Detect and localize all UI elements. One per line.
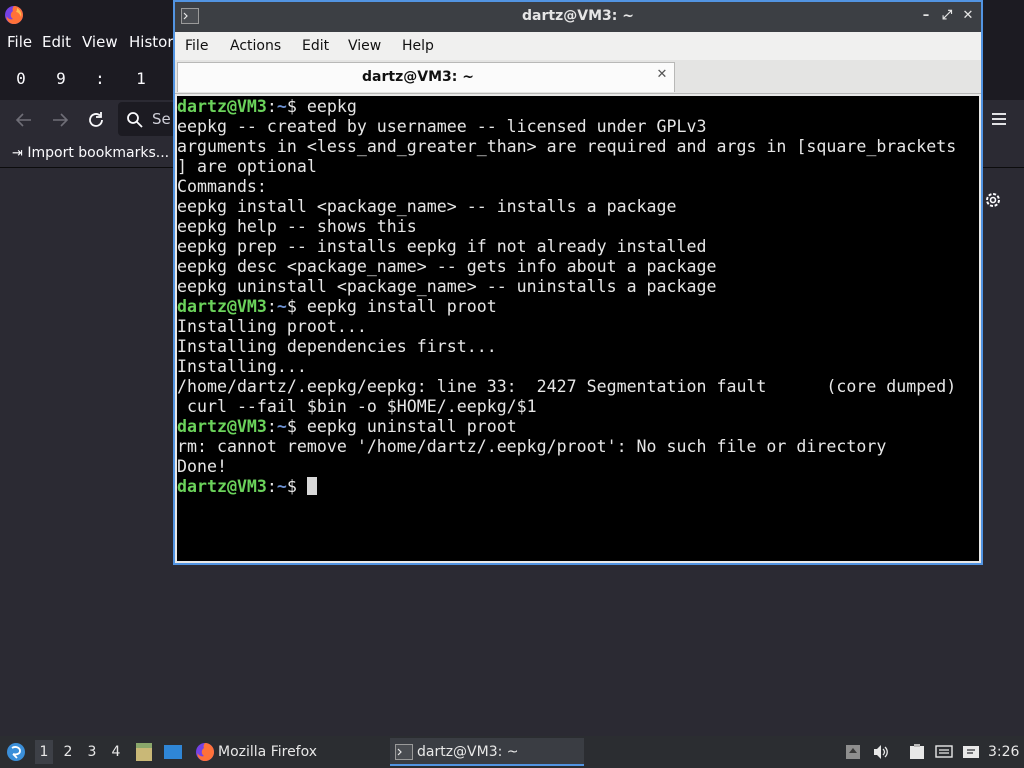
prompt-command: eepkg [296,97,357,116]
terminal-tab[interactable]: dartz@VM3: ~ ✕ [177,62,675,92]
menu-help[interactable]: Help [402,38,434,54]
text-cursor [306,477,317,495]
network-icon[interactable] [935,744,953,760]
prompt-separator: : [266,477,277,496]
terminal-output-line: curl --fail $bin -o $HOME/.eepkg/$1 [177,397,537,416]
taskbar-clock: 3:26 [988,744,1020,760]
terminal-output-line: eepkg install <package_name> -- installs… [177,197,677,216]
prompt-separator: : [266,97,277,116]
gear-icon[interactable] [983,190,1003,210]
terminal-prompt-line: dartz@VM3:~$ eepkg uninstall proot [177,417,956,437]
terminal-output[interactable]: dartz@VM3:~$ eepkg eepkg -- created by us… [177,96,979,561]
close-icon[interactable]: ✕ [961,9,975,23]
terminal-menubar: File Actions Edit View Help [175,32,981,60]
terminal-output-line: /home/dartz/.eepkg/eepkg: line 33: 2427 … [177,377,957,396]
terminal-output-line: Installing proot... [177,317,367,336]
prompt-command: eepkg install proot [296,297,497,316]
terminal-output-line: arguments in <less_and_greater_than> are… [177,137,957,156]
prompt-user: dartz@VM3 [177,477,267,496]
prompt-command: eepkg uninstall proot [296,417,517,436]
terminal-prompt-line: dartz@VM3:~$ eepkg [177,97,956,117]
menu-view[interactable]: View [82,33,118,51]
menu-file[interactable]: File [185,38,208,54]
start-menu-icon[interactable] [5,740,27,764]
terminal-tab-label: dartz@VM3: ~ [362,69,474,85]
taskbar-firefox[interactable]: Mozilla Firefox [192,738,382,766]
prompt-symbol: $ [286,477,297,496]
firefox-icon [196,743,214,761]
workspace-1[interactable]: 1 [35,740,53,764]
workspace-2[interactable]: 2 [59,744,77,760]
prompt-path: ~ [276,297,287,316]
menu-file[interactable]: File [7,33,32,51]
url-bar[interactable]: Se [118,102,178,136]
prompt-user: dartz@VM3 [177,297,267,316]
terminal-output-line: rm: cannot remove '/home/dartz/.eepkg/pr… [177,437,887,456]
terminal-output-line: eepkg -- created by usernamee -- license… [177,117,707,136]
search-icon [127,112,143,128]
reload-icon[interactable] [85,109,107,131]
menu-edit[interactable]: Edit [302,38,329,54]
clock-digit: 1 [136,69,146,88]
prompt-symbol: $ [286,417,297,436]
prompt-symbol: $ [286,297,297,316]
terminal-prompt-line: dartz@VM3:~$ [177,477,956,497]
terminal-titlebar[interactable]: dartz@VM3: ~ – ⤢ ✕ [175,2,981,32]
terminal-prompt-line: dartz@VM3:~$ eepkg install proot [177,297,956,317]
maximize-icon[interactable]: ⤢ [940,9,954,23]
update-icon[interactable] [844,744,862,760]
terminal-output-line: eepkg desc <package_name> -- gets info a… [177,257,717,276]
terminal-icon [395,744,413,760]
terminal-window: dartz@VM3: ~ – ⤢ ✕ File Actions Edit Vie… [173,0,983,565]
taskbar-terminal[interactable]: dartz@VM3: ~ [390,738,584,766]
file-manager-icon[interactable] [135,742,153,762]
prompt-user: dartz@VM3 [177,417,267,436]
prompt-separator: : [266,297,277,316]
terminal-output-line: Done! [177,457,227,476]
taskbar-firefox-label: Mozilla Firefox [218,744,318,760]
terminal-output-line: eepkg uninstall <package_name> -- uninst… [177,277,717,296]
prompt-path: ~ [276,97,287,116]
terminal-output-line: eepkg prep -- installs eepkg if not alre… [177,237,707,256]
workspace-4[interactable]: 4 [107,744,125,760]
terminal-output-line: Commands: [177,177,267,196]
back-arrow-icon[interactable] [13,109,35,131]
clipboard-icon[interactable] [908,744,926,760]
import-icon: ⇥ [12,146,23,161]
prompt-user: dartz@VM3 [177,97,267,116]
url-bar-placeholder: Se [152,110,171,128]
clock-digit: 0 [16,69,26,88]
import-bookmarks-label: Import bookmarks... [27,145,170,161]
clock-separator: : [95,69,105,88]
prompt-path: ~ [276,417,287,436]
terminal-tabbar: dartz@VM3: ~ ✕ [175,60,981,94]
volume-icon[interactable] [872,744,890,760]
menu-view[interactable]: View [348,38,381,54]
prompt-symbol: $ [286,97,297,116]
terminal-output-line: Installing... [177,357,307,376]
clock-digit: 9 [56,69,66,88]
terminal-lines: dartz@VM3:~$ eepkg eepkg -- created by us… [177,97,956,497]
minimize-icon[interactable]: – [919,9,933,23]
taskbar-terminal-label: dartz@VM3: ~ [417,744,519,760]
menu-actions[interactable]: Actions [230,38,281,54]
forward-arrow-icon[interactable] [49,109,71,131]
window-title: dartz@VM3: ~ [522,8,634,24]
tab-close-icon[interactable]: ✕ [654,67,670,83]
workspace-3[interactable]: 3 [83,744,101,760]
terminal-output-line: ] are optional [177,157,317,176]
notification-icon[interactable] [962,744,980,760]
terminal-output-line: eepkg help -- shows this [177,217,417,236]
terminal-output-line: Installing dependencies first... [177,337,497,356]
taskbar: 1 2 3 4 Mozilla Firefox dartz@VM3: ~ 3:2… [0,736,1024,768]
firefox-logo-icon [5,6,23,24]
hamburger-menu-icon[interactable] [990,110,1008,128]
show-desktop-icon[interactable] [163,744,183,760]
prompt-separator: : [266,417,277,436]
prompt-command [297,477,307,496]
prompt-path: ~ [276,477,287,496]
menu-edit[interactable]: Edit [42,33,71,51]
import-bookmarks-button[interactable]: ⇥ Import bookmarks... [12,145,169,161]
